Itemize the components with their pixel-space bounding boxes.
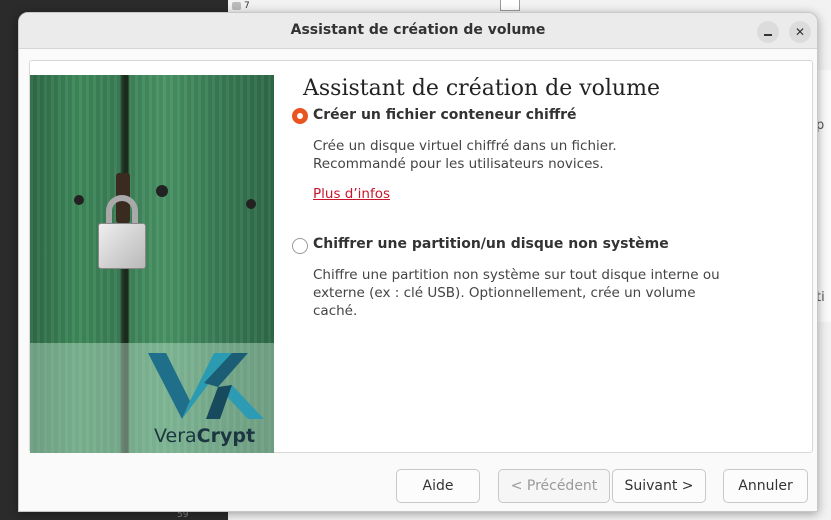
- wizard-content: VeraCrypt Assistant de création de volum…: [29, 60, 813, 453]
- minimize-icon: [764, 34, 772, 36]
- cancel-button[interactable]: Annuler: [723, 469, 808, 503]
- window-title: Assistant de création de volume: [290, 22, 546, 38]
- option-file-container-description: Crée un disque virtuel chiffré dans un f…: [313, 138, 617, 172]
- background-tab-number: 7: [244, 0, 250, 11]
- close-button[interactable]: ✕: [789, 21, 811, 43]
- option-file-container-label[interactable]: Créer un fichier conteneur chiffré: [313, 107, 577, 123]
- next-button[interactable]: Suivant >: [612, 469, 706, 503]
- tab-icon: [232, 1, 241, 10]
- brand-vera: Vera: [154, 425, 197, 447]
- titlebar: Assistant de création de volume ✕: [19, 13, 817, 49]
- help-button[interactable]: Aide: [396, 469, 480, 503]
- more-info-link[interactable]: Plus d’infos: [313, 186, 390, 202]
- veracrypt-wordmark: VeraCrypt: [154, 425, 255, 447]
- radio-file-container[interactable]: [292, 108, 308, 124]
- brand-crypt: Crypt: [196, 425, 256, 447]
- bolt: [246, 199, 256, 209]
- volume-creation-dialog: Assistant de création de volume ✕ VeraCr…: [18, 12, 818, 512]
- option-encrypt-partition-label[interactable]: Chiffrer une partition/un disque non sys…: [313, 236, 669, 252]
- bolt: [74, 195, 84, 205]
- padlock-icon: [98, 223, 146, 269]
- previous-button[interactable]: < Précédent: [498, 469, 610, 503]
- minimize-button[interactable]: [757, 21, 779, 43]
- background-tab: 7: [232, 0, 272, 11]
- veracrypt-logo-icon: [148, 353, 264, 419]
- veracrypt-banner-image: VeraCrypt: [30, 75, 274, 453]
- wizard-heading: Assistant de création de volume: [303, 76, 660, 101]
- radio-encrypt-partition[interactable]: [292, 238, 308, 254]
- bolt: [156, 185, 168, 197]
- option-encrypt-partition-description: Chiffre une partition non système sur to…: [313, 267, 720, 319]
- close-icon: ✕: [794, 25, 806, 39]
- background-sheet: [500, 0, 520, 11]
